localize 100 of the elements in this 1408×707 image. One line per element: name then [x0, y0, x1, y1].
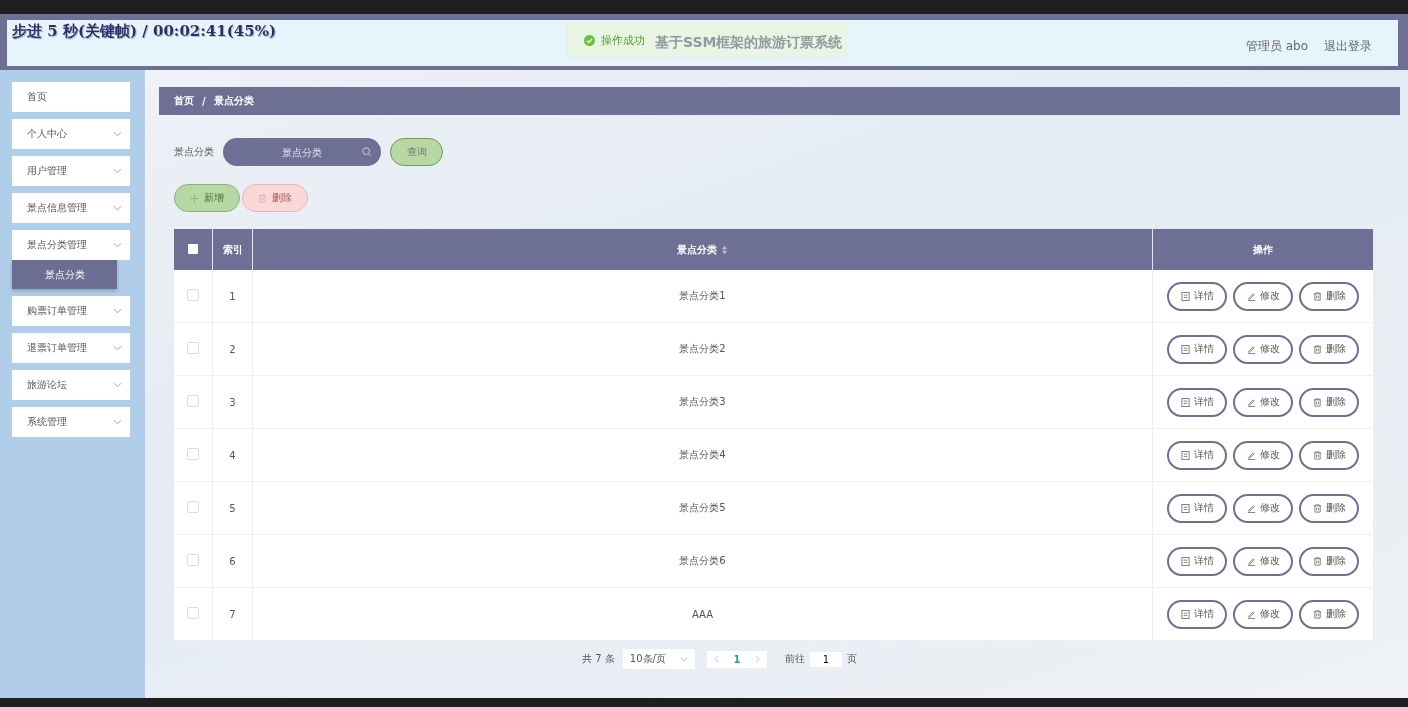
category-cell: 景点分类6 — [679, 555, 726, 566]
detail-button[interactable]: 详情 — [1167, 493, 1227, 523]
index-cell: 3 — [229, 396, 236, 408]
menu-item[interactable]: 退票订单管理 — [12, 333, 130, 363]
detail-button[interactable]: 详情 — [1167, 546, 1227, 576]
index-cell: 1 — [229, 290, 236, 302]
delete-button[interactable]: 删除 — [1299, 281, 1359, 311]
pencil-icon — [1246, 609, 1256, 619]
index-cell: 7 — [229, 608, 236, 620]
goto-label: 前往 — [784, 652, 805, 666]
breadcrumb-item[interactable]: 景点分类 — [213, 94, 254, 108]
add-button[interactable]: 新增 — [174, 184, 240, 212]
edit-button[interactable]: 修改 — [1233, 599, 1293, 629]
edit-button[interactable]: 修改 — [1233, 281, 1293, 311]
column-header[interactable]: 景点分类 — [252, 229, 1153, 270]
row-checkbox[interactable] — [187, 448, 199, 460]
prev-page-icon[interactable] — [714, 655, 720, 663]
category-cell: 景点分类1 — [679, 290, 726, 301]
delete-button[interactable]: 删除 — [242, 184, 308, 212]
menu-item[interactable]: 景点分类管理 — [12, 230, 130, 260]
menu-item[interactable]: 购票订单管理 — [12, 296, 130, 326]
player-overlay-text: 步进 5 秒(关键帧) / 00:02:41(45%) — [12, 22, 277, 41]
category-cell: 景点分类4 — [679, 449, 726, 460]
detail-button[interactable]: 详情 — [1167, 387, 1227, 417]
select-all-checkbox[interactable] — [188, 243, 198, 254]
menu-item[interactable]: 首页 — [12, 82, 130, 112]
search-icon — [362, 147, 372, 157]
search-field[interactable]: 景点分类 — [223, 138, 381, 166]
column-header: 操作 — [1152, 229, 1374, 270]
toast-text: 操作成功 — [601, 33, 645, 48]
menu-item[interactable]: 系统管理 — [12, 407, 130, 437]
total-count: 共 7 条 — [582, 652, 615, 666]
trash-icon — [1312, 503, 1322, 513]
category-cell: 景点分类5 — [679, 502, 726, 513]
row-checkbox[interactable] — [187, 607, 199, 619]
document-icon — [1180, 503, 1190, 513]
chevron-down-icon — [113, 345, 122, 351]
delete-button[interactable]: 删除 — [1299, 599, 1359, 629]
index-cell: 4 — [229, 449, 236, 461]
document-icon — [1180, 397, 1190, 407]
detail-button[interactable]: 详情 — [1167, 599, 1227, 629]
chevron-down-icon — [113, 131, 122, 137]
chevron-down-icon — [113, 382, 122, 388]
delete-button[interactable]: 删除 — [1299, 440, 1359, 470]
delete-button[interactable]: 删除 — [1299, 493, 1359, 523]
breadcrumb-item[interactable]: 首页 — [174, 94, 194, 108]
delete-button[interactable]: 删除 — [1299, 387, 1359, 417]
detail-button[interactable]: 详情 — [1167, 440, 1227, 470]
pencil-icon — [1246, 397, 1256, 407]
chevron-down-icon — [679, 656, 688, 662]
category-cell: AAA — [691, 608, 714, 620]
delete-button[interactable]: 删除 — [1299, 334, 1359, 364]
document-icon — [1180, 344, 1190, 354]
detail-button[interactable]: 详情 — [1167, 334, 1227, 364]
sort-icon[interactable] — [721, 244, 728, 255]
edit-button[interactable]: 修改 — [1233, 493, 1293, 523]
edit-button[interactable]: 修改 — [1233, 546, 1293, 576]
chevron-down-icon — [113, 308, 122, 314]
row-checkbox[interactable] — [187, 501, 199, 513]
search-label: 景点分类 — [174, 145, 214, 159]
menu-item[interactable]: 景点信息管理 — [12, 193, 130, 223]
row-checkbox[interactable] — [187, 554, 199, 566]
document-icon — [1180, 291, 1190, 301]
user-name: 管理员 abo — [1245, 37, 1308, 55]
document-icon — [1180, 556, 1190, 566]
page-size-select[interactable]: 10条/页 — [622, 649, 695, 669]
pencil-icon — [1246, 450, 1256, 460]
delete-button[interactable]: 删除 — [1299, 546, 1359, 576]
row-checkbox[interactable] — [187, 342, 199, 354]
row-checkbox[interactable] — [187, 395, 199, 407]
edit-button[interactable]: 修改 — [1233, 334, 1293, 364]
chevron-down-icon — [113, 205, 122, 211]
trash-icon — [1312, 397, 1322, 407]
pencil-icon — [1246, 291, 1256, 301]
next-page-icon[interactable] — [754, 655, 760, 663]
category-cell: 景点分类2 — [679, 343, 726, 354]
trash-icon — [1312, 344, 1322, 354]
pencil-icon — [1246, 556, 1256, 566]
plus-icon — [190, 193, 199, 203]
pencil-icon — [1246, 503, 1256, 513]
trash-icon — [1312, 450, 1322, 460]
chevron-down-icon — [113, 168, 122, 174]
edit-button[interactable]: 修改 — [1233, 440, 1293, 470]
menu-item[interactable]: 用户管理 — [12, 156, 130, 186]
category-cell: 景点分类3 — [679, 396, 726, 407]
success-icon — [584, 35, 595, 46]
app-title: 基于SSM框架的旅游订票系统 — [655, 34, 843, 52]
row-checkbox[interactable] — [187, 289, 199, 301]
page-unit: 页 — [846, 652, 857, 666]
menu-item[interactable]: 个人中心 — [12, 119, 130, 149]
index-cell: 2 — [229, 343, 236, 355]
chevron-down-icon — [113, 242, 122, 248]
detail-button[interactable]: 详情 — [1167, 281, 1227, 311]
index-cell: 6 — [229, 555, 236, 567]
menu-item[interactable]: 旅游论坛 — [12, 370, 130, 400]
page-input[interactable]: 1 — [809, 651, 842, 667]
logout-link[interactable]: 退出登录 — [1324, 37, 1372, 55]
submenu-item[interactable]: 景点分类 — [12, 260, 117, 289]
pencil-icon — [1246, 344, 1256, 354]
edit-button[interactable]: 修改 — [1233, 387, 1293, 417]
